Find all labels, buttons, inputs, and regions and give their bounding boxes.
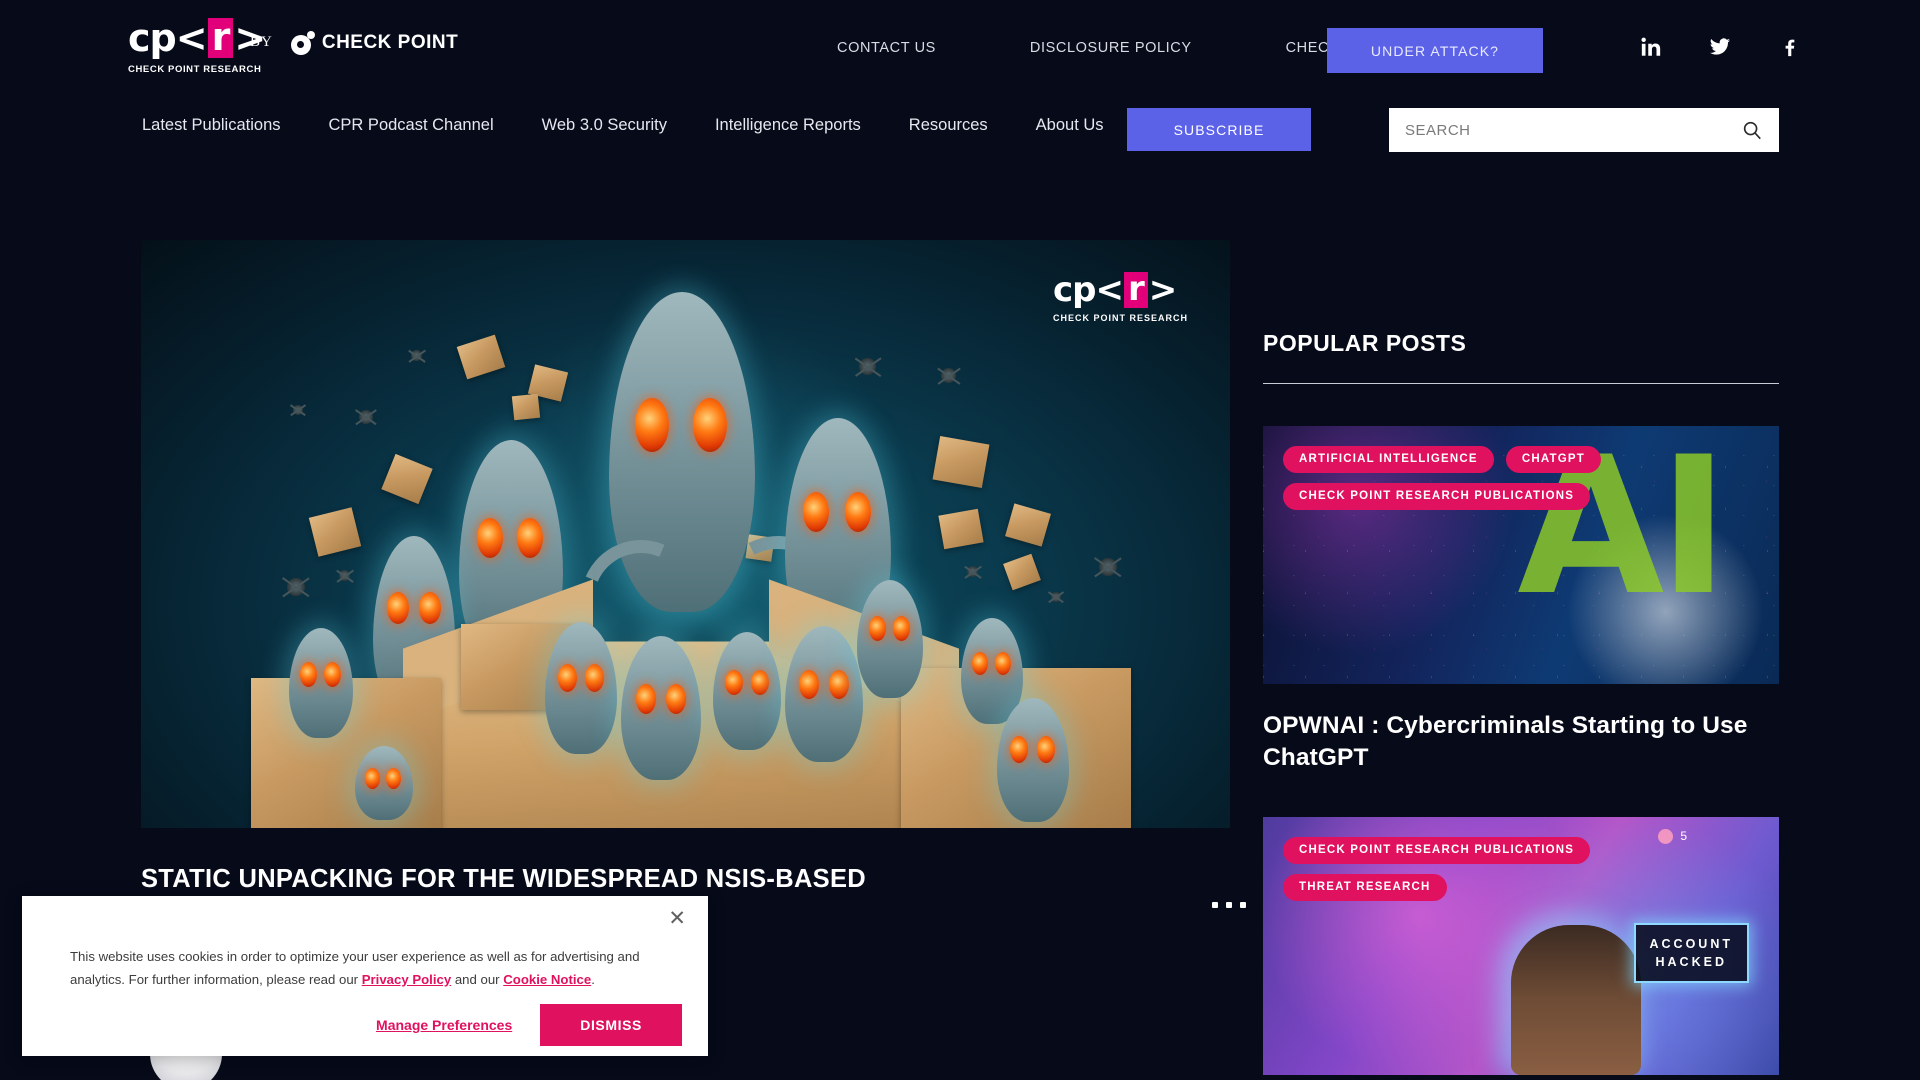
facebook-icon — [1785, 39, 1795, 57]
cookie-text-part3: . — [591, 971, 595, 987]
cpr-logo-subtitle: CHECK POINT RESEARCH — [128, 64, 262, 76]
virus-particle — [293, 405, 303, 415]
virus-particle — [287, 578, 305, 596]
search-icon[interactable] — [1741, 119, 1763, 141]
list-item[interactable]: 5 ACCOUNT HACKED CHECK POINT RESEARCH PU… — [1263, 816, 1779, 1075]
nav-item-cpr-podcast-channel[interactable]: CPR Podcast Channel — [329, 116, 494, 135]
floating-box — [938, 508, 984, 550]
search-box[interactable] — [1389, 108, 1779, 152]
tag-threat-research[interactable]: THREAT RESEARCH — [1283, 873, 1447, 901]
creature — [545, 622, 617, 754]
creature — [997, 698, 1069, 822]
creature — [289, 628, 353, 738]
virus-particle — [941, 368, 956, 383]
hero-logo-bracket-close: > — [1148, 270, 1177, 311]
hero-watermark-wordmark: cp < r > — [1052, 270, 1188, 311]
creature — [713, 632, 781, 750]
check-point-brand[interactable]: CHECK POINT — [290, 30, 459, 55]
site-logo[interactable]: cp < r > CHECK POINT RESEARCH BY CHECK P… — [128, 18, 458, 75]
hero-logo-r: r — [1123, 272, 1148, 309]
nav-item-resources[interactable]: Resources — [909, 116, 988, 135]
cpr-logo-cp: cp — [128, 16, 177, 61]
creature — [857, 580, 923, 698]
dismiss-button[interactable]: DISMISS — [540, 1004, 682, 1046]
top-bar: cp < r > CHECK POINT RESEARCH BY CHECK P… — [0, 0, 1920, 100]
social-links — [1640, 36, 1800, 58]
search-input[interactable] — [1389, 121, 1741, 139]
facebook-link[interactable] — [1778, 36, 1800, 58]
cookie-text-part2: and our — [451, 971, 504, 987]
popular-posts-sidebar: POPULAR POSTS AI ARTIFICIAL INTELLIGENCE… — [1263, 330, 1779, 1075]
virus-particle — [967, 566, 978, 577]
floating-box — [1005, 503, 1051, 547]
linkedin-link[interactable] — [1640, 36, 1662, 58]
nav-item-latest-publications[interactable]: Latest Publications — [142, 116, 281, 135]
top-link-disclosure-policy[interactable]: DISCLOSURE POLICY — [983, 40, 1239, 56]
hero-logo-cp: cp — [1052, 270, 1096, 311]
hero-watermark-logo: cp < r > CHECK POINT RESEARCH — [1053, 272, 1188, 323]
popular-post-thumbnail[interactable]: 5 ACCOUNT HACKED CHECK POINT RESEARCH PU… — [1263, 816, 1779, 1075]
tag-list: ARTIFICIAL INTELLIGENCE CHATGPT CHECK PO… — [1283, 446, 1753, 520]
main-nav-links: Latest Publications CPR Podcast Channel … — [142, 116, 1152, 135]
floating-box — [511, 393, 541, 421]
close-icon[interactable]: ✕ — [668, 908, 686, 929]
nav-item-web-3-0-security[interactable]: Web 3.0 Security — [542, 116, 667, 135]
floating-box — [1003, 553, 1041, 591]
top-link-contact-us[interactable]: CONTACT US — [790, 40, 983, 56]
tag-check-point-research-publications[interactable]: CHECK POINT RESEARCH PUBLICATIONS — [1283, 483, 1591, 510]
ellipsis-icon[interactable] — [1212, 902, 1246, 908]
privacy-policy-link[interactable]: Privacy Policy — [362, 972, 451, 987]
cpr-logo[interactable]: cp < r > CHECK POINT RESEARCH — [128, 16, 266, 76]
account-hacked-line2: HACKED — [1655, 954, 1727, 969]
list-item[interactable]: AI ARTIFICIAL INTELLIGENCE CHATGPT CHECK… — [1263, 426, 1779, 775]
tag-chatgpt[interactable]: CHATGPT — [1505, 446, 1601, 473]
cookie-banner-text: This website uses cookies in order to op… — [70, 946, 670, 991]
nav-item-intelligence-reports[interactable]: Intelligence Reports — [715, 116, 861, 135]
popular-posts-heading: POPULAR POSTS — [1263, 330, 1467, 356]
under-attack-button[interactable]: UNDER ATTACK? — [1327, 28, 1543, 73]
virus-particle — [359, 410, 373, 424]
popular-post-title[interactable]: OPWNAI : Cybercriminals Starting to Use … — [1263, 710, 1779, 775]
creature — [355, 746, 413, 820]
check-point-logo-icon — [290, 30, 315, 55]
featured-post-image[interactable]: cp < r > CHECK POINT RESEARCH — [141, 240, 1230, 828]
nav-item-about-us[interactable]: About Us — [1036, 116, 1104, 135]
character-figure — [1510, 924, 1641, 1075]
virus-particle — [1051, 592, 1061, 602]
check-point-brand-label: CHECK POINT — [321, 31, 459, 53]
cookie-banner-actions: Manage Preferences DISMISS — [376, 1004, 682, 1046]
tag-list: CHECK POINT RESEARCH PUBLICATIONS THREAT… — [1283, 836, 1753, 911]
manage-preferences-button[interactable]: Manage Preferences — [376, 1017, 512, 1033]
cookie-consent-banner: ✕ This website uses cookies in order to … — [22, 896, 708, 1056]
floating-box — [308, 507, 362, 557]
cpr-logo-bracket-open: < — [175, 16, 208, 61]
tag-check-point-research-publications[interactable]: CHECK POINT RESEARCH PUBLICATIONS — [1283, 836, 1591, 864]
floating-box — [932, 435, 990, 489]
hero-logo-bracket-open: < — [1095, 270, 1123, 311]
linkedin-icon — [1641, 37, 1661, 56]
virus-particle — [1099, 558, 1117, 576]
virus-particle — [859, 358, 876, 375]
popular-post-thumbnail[interactable]: AI ARTIFICIAL INTELLIGENCE CHATGPT CHECK… — [1263, 426, 1779, 684]
featured-post-title[interactable]: STATIC UNPACKING FOR THE WIDESPREAD NSIS… — [141, 863, 1141, 896]
hero-watermark-subtitle: CHECK POINT RESEARCH — [1052, 313, 1188, 324]
cpr-logo-r: r — [207, 18, 234, 59]
cookie-notice-link[interactable]: Cookie Notice — [503, 972, 591, 987]
twitter-icon — [1709, 38, 1731, 55]
twitter-link[interactable] — [1709, 36, 1731, 58]
creature — [785, 626, 863, 762]
account-hacked-line1: ACCOUNT — [1649, 936, 1733, 951]
tag-artificial-intelligence[interactable]: ARTIFICIAL INTELLIGENCE — [1283, 446, 1494, 473]
divider — [1263, 383, 1779, 384]
cpr-wordmark: cp < r > — [128, 16, 266, 61]
virus-particle — [339, 570, 350, 581]
subscribe-button[interactable]: SUBSCRIBE — [1127, 108, 1311, 151]
cpr-logo-bracket-close: > — [234, 16, 266, 61]
virus-particle — [411, 350, 422, 361]
creature — [621, 636, 701, 780]
account-hacked-panel: ACCOUNT HACKED — [1633, 922, 1749, 983]
